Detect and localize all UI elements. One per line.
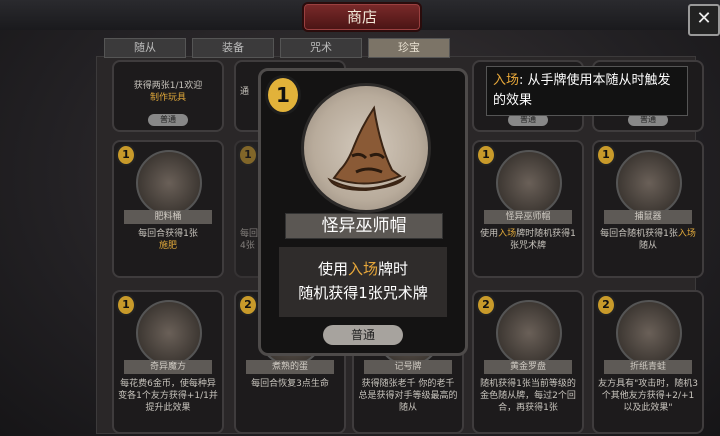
- coin-icon: 1: [116, 294, 136, 316]
- wizard-hat-icon: [301, 83, 431, 213]
- origami-frog-icon: [616, 300, 682, 366]
- coin-icon: 1: [265, 75, 301, 115]
- shop-card[interactable]: 2 折纸青蛙 友方具有"攻击时，随机3个其他友方获得+2/+1以及此效果": [592, 290, 704, 434]
- coin-icon: 1: [476, 144, 496, 166]
- rubik-cube-icon: [136, 300, 202, 366]
- card-name: 怪异巫师帽: [484, 210, 572, 224]
- card-name: 捕鼠器: [604, 210, 692, 224]
- card-desc: 每花费6金币，使每种异变各1个友方获得+1/1并提升此效果: [118, 379, 218, 413]
- card-name: 奇异魔方: [124, 360, 212, 374]
- featured-card[interactable]: 1 怪异巫师帽 使用入场牌时 随机获得1张咒术牌 普通: [258, 68, 468, 356]
- card-name: 折纸青蛙: [604, 360, 692, 374]
- card-desc: 获得两张1/1欢迎 制作玩具: [133, 81, 203, 103]
- shop-title: 商店: [302, 2, 422, 32]
- card-name: 肥料桶: [124, 210, 212, 224]
- compass-icon: [496, 300, 562, 366]
- shop-card[interactable]: 1 捕鼠器 每回合随机获得1张入场随从: [592, 140, 704, 278]
- card-name: 煮熟的蛋: [246, 360, 334, 374]
- wizard-hat-icon: [496, 150, 562, 216]
- card-desc: 随机获得1张当前等级的金色随从牌，每过2个回合，再获得1张: [480, 379, 576, 413]
- coin-icon: 2: [238, 294, 258, 316]
- coin-icon: 2: [596, 294, 616, 316]
- shop-card[interactable]: 2 黄金罗盘 随机获得1张当前等级的金色随从牌，每过2个回合，再获得1张: [472, 290, 584, 434]
- card-desc: 每回合随机获得1张入场随从: [600, 229, 696, 251]
- tab-spells[interactable]: 咒术: [280, 38, 362, 58]
- shop-card[interactable]: 1 奇异魔方 每花费6金币，使每种异变各1个友方获得+1/1并提升此效果: [112, 290, 224, 434]
- card-desc: 获得随张老千 你的老千总是获得对手等级最高的随从: [358, 379, 458, 413]
- featured-card-name: 怪异巫师帽: [285, 213, 443, 239]
- mousetrap-icon: [616, 150, 682, 216]
- shop-card[interactable]: 获得两张1/1欢迎 制作玩具 普通: [112, 60, 224, 132]
- card-desc: 每回合恢复3点生命: [251, 379, 329, 389]
- close-button[interactable]: ✕: [688, 4, 720, 36]
- coin-icon: 1: [238, 144, 258, 166]
- tab-treasures[interactable]: 珍宝: [368, 38, 450, 58]
- barrel-icon: [136, 150, 202, 216]
- card-desc: 使用入场牌时随机获得1张咒术牌: [480, 229, 576, 251]
- shop-card[interactable]: 1 肥料桶 每回合获得1张 施肥: [112, 140, 224, 278]
- tab-followers[interactable]: 随从: [104, 38, 186, 58]
- coin-icon: 1: [116, 144, 136, 166]
- tab-equipment[interactable]: 装备: [192, 38, 274, 58]
- card-name: 记号牌: [364, 360, 452, 374]
- keyword-tooltip: 入场: 从手牌使用本随从时触发的效果: [486, 66, 688, 116]
- rarity-badge: 普通: [148, 114, 188, 126]
- coin-icon: 2: [476, 294, 496, 316]
- featured-card-desc: 使用入场牌时 随机获得1张咒术牌: [279, 247, 447, 317]
- wizard-hat-art: [327, 105, 407, 192]
- tooltip-text: : 从手牌使用本随从时触发的效果: [493, 73, 671, 108]
- card-name: 黄金罗盘: [484, 360, 572, 374]
- tooltip-keyword: 入场: [493, 73, 520, 88]
- coin-icon: 1: [596, 144, 616, 166]
- rarity-badge: 普通: [323, 325, 403, 345]
- card-desc: 每回合获得1张 施肥: [138, 229, 198, 251]
- shop-card[interactable]: 1 怪异巫师帽 使用入场牌时随机获得1张咒术牌: [472, 140, 584, 278]
- card-desc: 友方具有"攻击时，随机3个其他友方获得+2/+1以及此效果": [598, 379, 698, 413]
